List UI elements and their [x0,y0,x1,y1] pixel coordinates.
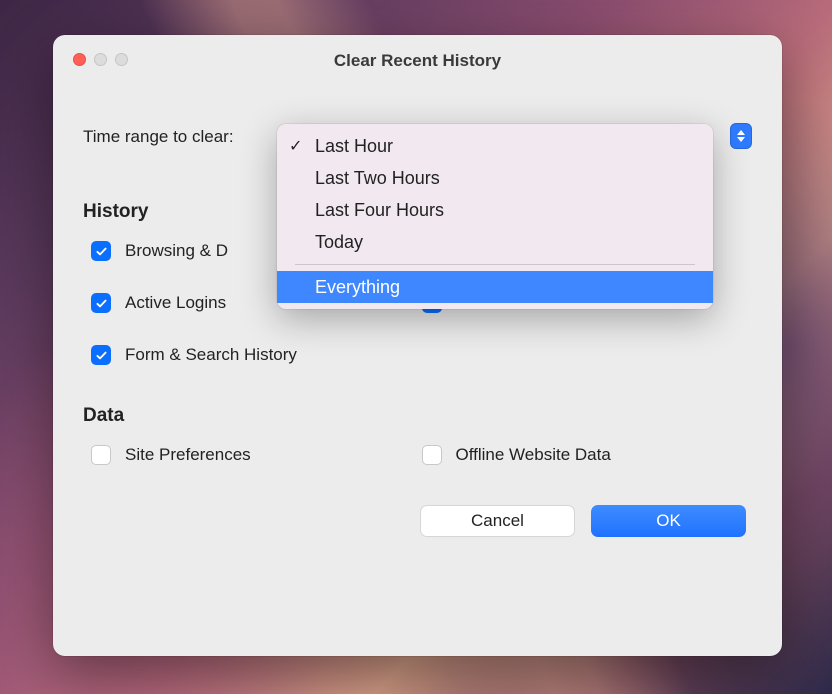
browsing-download-checkbox[interactable] [91,241,111,261]
form-search-checkbox[interactable] [91,345,111,365]
active-logins-checkbox[interactable] [91,293,111,313]
dropdown-item-last-four-hours[interactable]: Last Four Hours [277,194,713,226]
browsing-download-label: Browsing & D [125,241,228,261]
window-title: Clear Recent History [334,51,501,71]
offline-data-label: Offline Website Data [456,445,611,465]
close-window-button[interactable] [73,53,86,66]
checkmark-icon [95,297,108,310]
window-controls [73,53,128,66]
checkmark-icon [95,349,108,362]
checkmark-icon: ✓ [289,136,302,156]
dropdown-separator [295,264,695,265]
dropdown-item-last-two-hours[interactable]: Last Two Hours [277,162,713,194]
maximize-window-button [115,53,128,66]
site-preferences-label: Site Preferences [125,445,251,465]
select-chevrons-icon [730,123,752,149]
form-search-label: Form & Search History [125,345,297,365]
dialog-buttons: Cancel OK [83,505,752,537]
dropdown-item-last-hour[interactable]: ✓ Last Hour [277,130,713,162]
titlebar: Clear Recent History [53,35,782,87]
dropdown-item-everything[interactable]: Everything [277,271,713,303]
time-range-dropdown: ✓ Last Hour Last Two Hours Last Four Hou… [277,124,713,309]
checkmark-icon [95,245,108,258]
data-section-heading: Data [83,405,752,427]
active-logins-label: Active Logins [125,293,226,313]
data-checkboxes: Site Preferences Offline Website Data [91,445,752,465]
minimize-window-button [94,53,107,66]
dropdown-item-today[interactable]: Today [277,226,713,258]
offline-data-checkbox[interactable] [422,445,442,465]
site-preferences-checkbox[interactable] [91,445,111,465]
cancel-button[interactable]: Cancel [420,505,575,537]
ok-button[interactable]: OK [591,505,746,537]
time-range-label: Time range to clear: [83,127,234,147]
